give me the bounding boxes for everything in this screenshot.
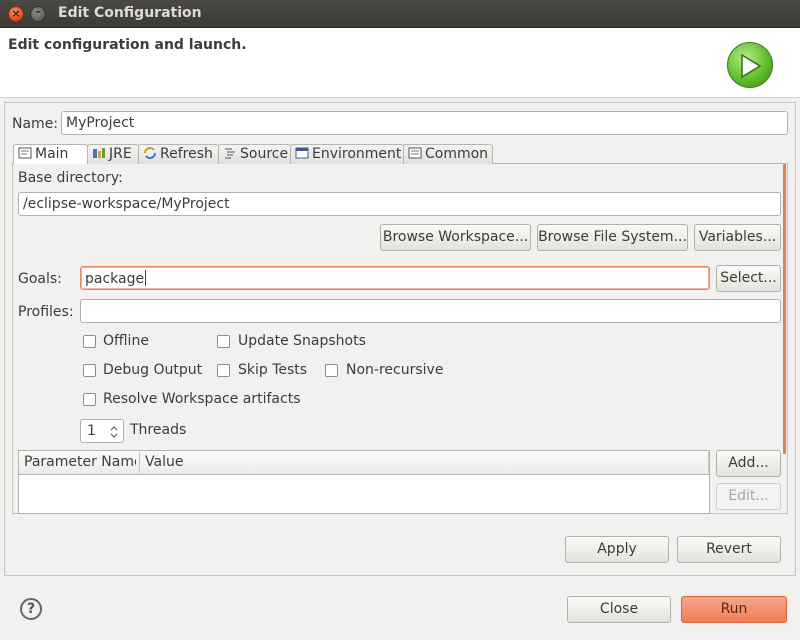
- refresh-icon: [143, 146, 157, 159]
- threads-label: Threads: [130, 422, 187, 438]
- jre-icon: [92, 146, 106, 158]
- tab-refresh-label: Refresh: [160, 146, 213, 162]
- threads-value: 1: [87, 423, 96, 439]
- run-logo-icon: [727, 42, 773, 88]
- base-directory-label: Base directory:: [18, 170, 123, 186]
- resolve-workspace-checkbox[interactable]: [83, 393, 96, 406]
- debug-output-checkbox[interactable]: [83, 364, 96, 377]
- tab-environment-label: Environment: [312, 146, 402, 162]
- tab-refresh[interactable]: Refresh: [138, 144, 219, 164]
- name-label: Name:: [12, 116, 59, 132]
- non-recursive-checkbox[interactable]: [325, 364, 338, 377]
- minimize-icon: –: [35, 5, 41, 18]
- column-header-value[interactable]: Value: [145, 454, 183, 470]
- column-separator: [139, 452, 140, 473]
- browse-file-system-button[interactable]: Browse File System...: [537, 224, 688, 251]
- update-snapshots-label: Update Snapshots: [238, 333, 366, 349]
- help-icon[interactable]: ?: [20, 598, 42, 620]
- environment-icon: [295, 146, 309, 159]
- non-recursive-label: Non-recursive: [346, 362, 444, 378]
- tab-jre[interactable]: JRE: [87, 144, 139, 164]
- tab-jre-label: JRE: [109, 146, 132, 162]
- update-snapshots-checkbox[interactable]: [217, 335, 230, 348]
- name-input[interactable]: MyProject: [61, 111, 788, 135]
- resolve-workspace-label: Resolve Workspace artifacts: [103, 391, 301, 407]
- source-icon: [223, 146, 237, 159]
- tab-common-label: Common: [425, 146, 489, 162]
- goals-input[interactable]: package: [80, 266, 710, 290]
- main-tab-icon: [18, 146, 32, 159]
- apply-button[interactable]: Apply: [565, 536, 669, 563]
- close-button[interactable]: Close: [567, 596, 671, 623]
- window-minimize-button[interactable]: –: [30, 5, 46, 22]
- close-icon: ×: [11, 7, 21, 20]
- add-parameter-button[interactable]: Add...: [716, 450, 781, 477]
- goals-select-button[interactable]: Select...: [716, 265, 781, 292]
- tab-environment[interactable]: Environment: [290, 144, 404, 164]
- tab-common[interactable]: Common: [403, 144, 493, 164]
- tab-source-label: Source: [240, 146, 289, 162]
- run-button[interactable]: Run: [681, 596, 787, 623]
- text-caret: [145, 270, 147, 286]
- common-icon: [408, 146, 422, 159]
- window-close-button[interactable]: ×: [8, 6, 24, 22]
- goals-label: Goals:: [18, 271, 62, 287]
- skip-tests-label: Skip Tests: [238, 362, 308, 378]
- edit-parameter-button[interactable]: Edit...: [716, 483, 781, 510]
- profiles-label: Profiles:: [18, 304, 74, 320]
- window-title: Edit Configuration: [58, 5, 202, 21]
- tab-main[interactable]: Main: [13, 144, 88, 165]
- offline-label: Offline: [103, 333, 149, 349]
- column-header-parameter-name[interactable]: Parameter Name: [24, 454, 136, 470]
- profiles-input[interactable]: [80, 299, 781, 323]
- spinner-arrows-icon: [110, 426, 118, 438]
- variables-button[interactable]: Variables...: [694, 224, 781, 251]
- header-title: Edit configuration and launch.: [8, 37, 247, 53]
- browse-workspace-button[interactable]: Browse Workspace...: [380, 224, 531, 251]
- vertical-scrollbar[interactable]: [783, 164, 786, 454]
- offline-checkbox[interactable]: [83, 335, 96, 348]
- tab-main-label: Main: [35, 146, 69, 162]
- revert-button[interactable]: Revert: [677, 536, 781, 563]
- debug-output-label: Debug Output: [103, 362, 203, 378]
- goals-value: package: [85, 271, 145, 287]
- skip-tests-checkbox[interactable]: [217, 364, 230, 377]
- column-separator: [708, 452, 709, 473]
- tab-source[interactable]: Source: [218, 144, 291, 164]
- threads-spinner[interactable]: 1: [80, 419, 124, 443]
- base-directory-input[interactable]: /eclipse-workspace/MyProject: [18, 192, 781, 216]
